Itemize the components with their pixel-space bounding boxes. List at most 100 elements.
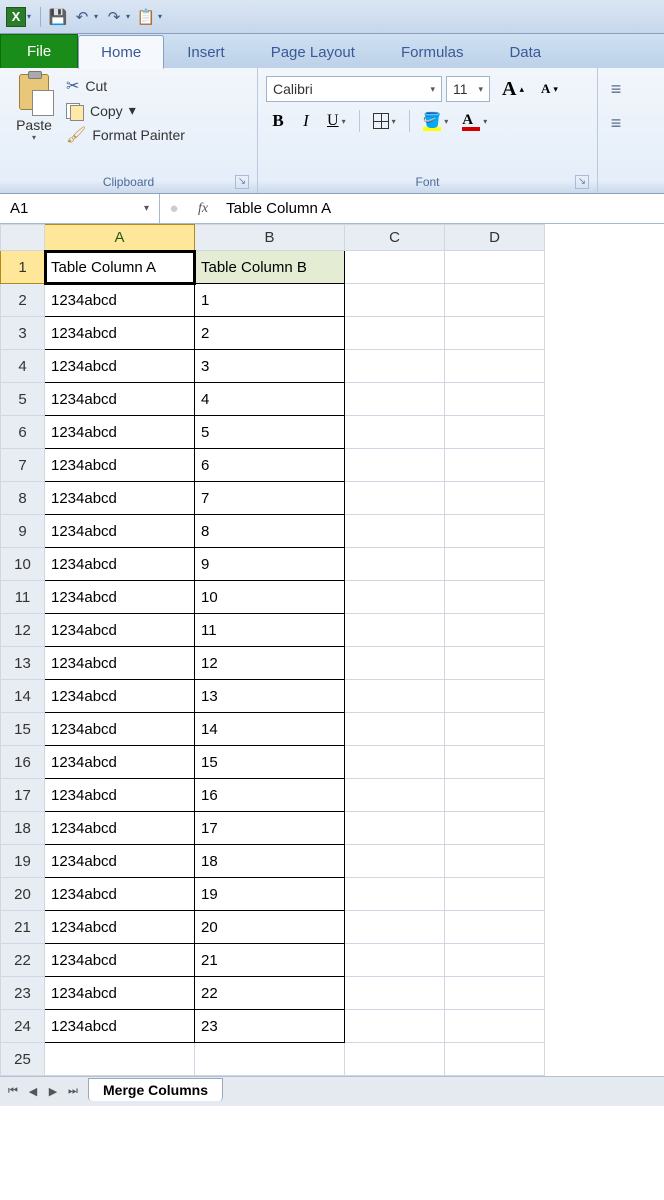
row-header-13[interactable]: 13: [1, 647, 45, 680]
cell-B16[interactable]: 15: [195, 746, 345, 779]
italic-button[interactable]: I: [294, 108, 318, 134]
cell-C11[interactable]: [345, 581, 445, 614]
cell-C24[interactable]: [345, 1010, 445, 1043]
cell-D2[interactable]: [445, 284, 545, 317]
undo-icon[interactable]: ↶: [71, 6, 93, 28]
row-header-21[interactable]: 21: [1, 911, 45, 944]
cell-A24[interactable]: 1234abcd: [45, 1010, 195, 1043]
cell-D10[interactable]: [445, 548, 545, 581]
cell-D13[interactable]: [445, 647, 545, 680]
cell-A16[interactable]: 1234abcd: [45, 746, 195, 779]
cell-A18[interactable]: 1234abcd: [45, 812, 195, 845]
cell-C1[interactable]: [345, 251, 445, 284]
cell-C5[interactable]: [345, 383, 445, 416]
row-header-2[interactable]: 2: [1, 284, 45, 317]
print-preview-icon[interactable]: 📋: [135, 6, 157, 28]
cell-C4[interactable]: [345, 350, 445, 383]
font-name-combo[interactable]: Calibri ▾: [266, 76, 442, 102]
sheet-nav-first-icon[interactable]: ⏮: [4, 1083, 22, 1101]
row-header-14[interactable]: 14: [1, 680, 45, 713]
cell-B5[interactable]: 4: [195, 383, 345, 416]
column-header-D[interactable]: D: [445, 225, 545, 251]
cell-D7[interactable]: [445, 449, 545, 482]
cell-B11[interactable]: 10: [195, 581, 345, 614]
tab-page-layout[interactable]: Page Layout: [248, 35, 378, 68]
sheet-nav-last-icon[interactable]: ⏭: [64, 1083, 82, 1101]
fx-icon[interactable]: fx: [188, 201, 218, 217]
cell-A13[interactable]: 1234abcd: [45, 647, 195, 680]
cell-D19[interactable]: [445, 845, 545, 878]
row-header-3[interactable]: 3: [1, 317, 45, 350]
cell-A14[interactable]: 1234abcd: [45, 680, 195, 713]
cell-B14[interactable]: 13: [195, 680, 345, 713]
app-menu-dropdown-icon[interactable]: ▾: [27, 12, 31, 21]
row-header-4[interactable]: 4: [1, 350, 45, 383]
copy-button[interactable]: Copy ▾: [66, 102, 185, 119]
cell-C22[interactable]: [345, 944, 445, 977]
cell-C8[interactable]: [345, 482, 445, 515]
tab-insert[interactable]: Insert: [164, 35, 248, 68]
bold-button[interactable]: B: [266, 108, 290, 134]
copy-dropdown-icon[interactable]: ▾: [129, 102, 136, 119]
cell-B8[interactable]: 7: [195, 482, 345, 515]
cell-C16[interactable]: [345, 746, 445, 779]
cell-A9[interactable]: 1234abcd: [45, 515, 195, 548]
cell-C12[interactable]: [345, 614, 445, 647]
tab-data[interactable]: Data: [486, 35, 564, 68]
cell-A8[interactable]: 1234abcd: [45, 482, 195, 515]
row-header-1[interactable]: 1: [1, 251, 45, 284]
column-header-A[interactable]: A: [45, 225, 195, 251]
sheet-nav-next-icon[interactable]: ▶: [44, 1083, 62, 1101]
cell-C15[interactable]: [345, 713, 445, 746]
cell-A17[interactable]: 1234abcd: [45, 779, 195, 812]
cell-A15[interactable]: 1234abcd: [45, 713, 195, 746]
cell-A10[interactable]: 1234abcd: [45, 548, 195, 581]
font-color-button[interactable]: A: [457, 108, 492, 134]
row-header-25[interactable]: 25: [1, 1043, 45, 1076]
cell-B19[interactable]: 18: [195, 845, 345, 878]
cell-D17[interactable]: [445, 779, 545, 812]
align-top-button[interactable]: ≡: [604, 76, 628, 102]
cell-B21[interactable]: 20: [195, 911, 345, 944]
name-box[interactable]: A1 ▾: [0, 194, 160, 223]
tab-home[interactable]: Home: [78, 35, 164, 69]
column-header-B[interactable]: B: [195, 225, 345, 251]
cell-B20[interactable]: 19: [195, 878, 345, 911]
cell-C21[interactable]: [345, 911, 445, 944]
cell-D11[interactable]: [445, 581, 545, 614]
cell-C7[interactable]: [345, 449, 445, 482]
fill-color-button[interactable]: 🪣: [418, 108, 454, 134]
row-header-16[interactable]: 16: [1, 746, 45, 779]
paste-dropdown-icon[interactable]: ▾: [32, 133, 36, 142]
cell-B12[interactable]: 11: [195, 614, 345, 647]
shrink-font-button[interactable]: A▾: [533, 76, 563, 102]
worksheet-grid[interactable]: ABCD1Table Column ATable Column B21234ab…: [0, 224, 664, 1076]
underline-button[interactable]: U: [322, 108, 351, 134]
redo-dropdown-icon[interactable]: ▾: [126, 12, 130, 21]
cell-B24[interactable]: 23: [195, 1010, 345, 1043]
cell-D9[interactable]: [445, 515, 545, 548]
format-painter-button[interactable]: 🖌 Format Painter: [66, 125, 185, 145]
cut-button[interactable]: ✂ Cut: [66, 76, 185, 96]
cell-B7[interactable]: 6: [195, 449, 345, 482]
tab-file[interactable]: File: [0, 34, 78, 68]
cell-D16[interactable]: [445, 746, 545, 779]
tab-formulas[interactable]: Formulas: [378, 35, 487, 68]
cell-D25[interactable]: [445, 1043, 545, 1076]
cell-D23[interactable]: [445, 977, 545, 1010]
row-header-17[interactable]: 17: [1, 779, 45, 812]
cell-A3[interactable]: 1234abcd: [45, 317, 195, 350]
cell-C6[interactable]: [345, 416, 445, 449]
cell-B15[interactable]: 14: [195, 713, 345, 746]
row-header-23[interactable]: 23: [1, 977, 45, 1010]
cell-A2[interactable]: 1234abcd: [45, 284, 195, 317]
cell-C20[interactable]: [345, 878, 445, 911]
cell-B22[interactable]: 21: [195, 944, 345, 977]
cell-D12[interactable]: [445, 614, 545, 647]
select-all-corner[interactable]: [1, 225, 45, 251]
row-header-18[interactable]: 18: [1, 812, 45, 845]
row-header-6[interactable]: 6: [1, 416, 45, 449]
cell-B4[interactable]: 3: [195, 350, 345, 383]
row-header-7[interactable]: 7: [1, 449, 45, 482]
row-header-9[interactable]: 9: [1, 515, 45, 548]
